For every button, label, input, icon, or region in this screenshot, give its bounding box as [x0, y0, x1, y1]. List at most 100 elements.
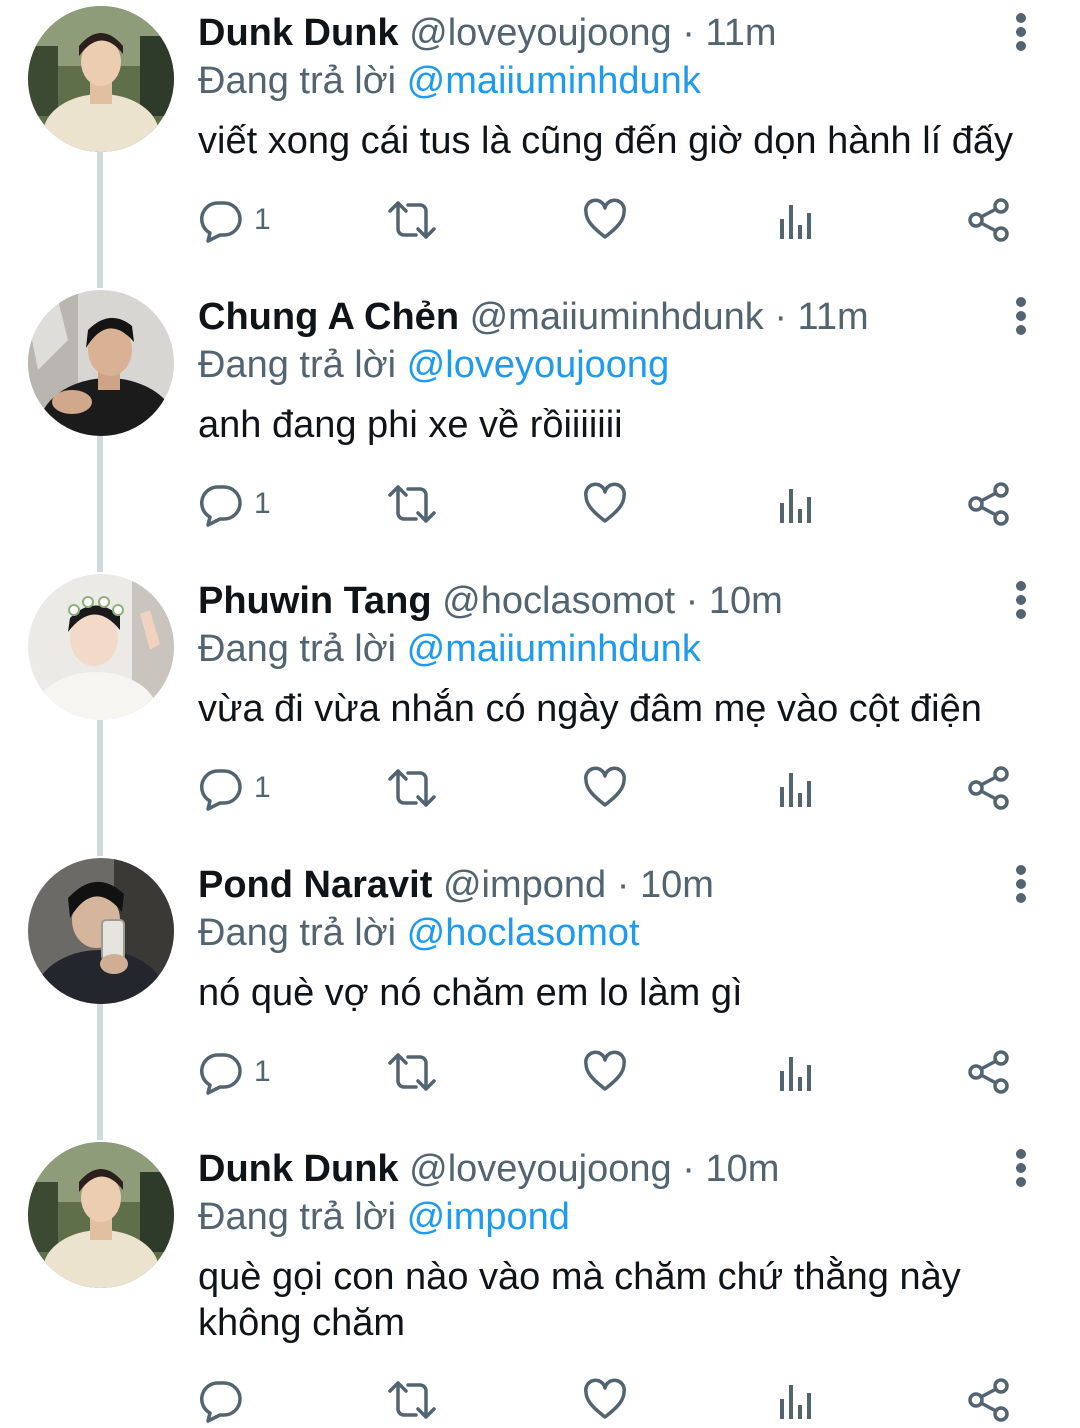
reply-count: 1	[254, 1055, 271, 1088]
share-button[interactable]	[966, 194, 1012, 246]
timestamp[interactable]: 10m	[709, 580, 783, 622]
analytics-button[interactable]	[776, 194, 816, 246]
more-vertical-icon	[1016, 297, 1026, 335]
reply-icon	[200, 769, 242, 811]
like-button[interactable]	[582, 1046, 628, 1098]
share-icon	[968, 1378, 1009, 1422]
like-button[interactable]	[582, 762, 628, 814]
username[interactable]: @hoclasomot	[442, 580, 675, 622]
more-options-button[interactable]	[1004, 864, 1038, 904]
share-button[interactable]	[966, 1046, 1012, 1098]
retweet-icon	[388, 485, 436, 523]
retweet-icon	[388, 769, 436, 807]
avatar[interactable]	[28, 6, 174, 152]
tweet-header: Chung A Chẻn @maiiuminhdunk · 11m	[198, 294, 869, 340]
retweet-button[interactable]	[386, 478, 438, 530]
more-options-button[interactable]	[1004, 12, 1038, 52]
analytics-button[interactable]	[776, 1374, 816, 1426]
mention-link[interactable]: @impond	[407, 1196, 570, 1238]
action-bar: 1	[0, 762, 1080, 814]
action-bar: 1	[0, 478, 1080, 530]
analytics-icon	[780, 205, 811, 239]
more-options-button[interactable]	[1004, 1148, 1038, 1188]
share-button[interactable]	[966, 762, 1012, 814]
retweet-button[interactable]	[386, 1046, 438, 1098]
display-name[interactable]: Dunk Dunk	[198, 12, 399, 54]
analytics-button[interactable]	[776, 1046, 816, 1098]
timestamp[interactable]: 10m	[705, 1148, 779, 1190]
tweet[interactable]: Dunk Dunk @loveyoujoong · 10m Đang trả l…	[0, 1140, 1080, 1428]
username[interactable]: @loveyoujoong	[409, 1148, 672, 1190]
separator: ·	[682, 1148, 695, 1190]
share-button[interactable]	[966, 1374, 1012, 1426]
reply-count: 1	[254, 487, 271, 520]
mention-link[interactable]: @hoclasomot	[407, 912, 640, 954]
heart-icon	[584, 198, 626, 239]
action-bar: 1	[0, 194, 1080, 246]
analytics-button[interactable]	[776, 762, 816, 814]
avatar[interactable]	[28, 858, 174, 1004]
retweet-icon	[388, 201, 436, 239]
tweet-header: Dunk Dunk @loveyoujoong · 11m	[198, 10, 777, 56]
reply-count: 1	[254, 771, 271, 804]
display-name[interactable]: Chung A Chẻn	[198, 296, 459, 338]
more-vertical-icon	[1016, 1149, 1026, 1187]
retweet-button[interactable]	[386, 762, 438, 814]
tweet[interactable]: Dunk Dunk @loveyoujoong · 11m Đang trả l…	[0, 4, 1080, 288]
share-button[interactable]	[966, 478, 1012, 530]
like-button[interactable]	[582, 194, 628, 246]
separator: ·	[685, 580, 699, 622]
username[interactable]: @loveyoujoong	[409, 12, 672, 54]
tweet-header: Pond Naravit @impond · 10m	[198, 862, 714, 908]
username[interactable]: @maiiuminhdunk	[470, 296, 764, 338]
avatar[interactable]	[28, 574, 174, 720]
reply-button[interactable]: 1	[198, 762, 271, 814]
avatar[interactable]	[28, 1142, 174, 1288]
heart-icon	[584, 482, 626, 523]
tweet-text: viết xong cái tus là cũng đến giờ dọn hà…	[198, 120, 1014, 162]
display-name[interactable]: Phuwin Tang	[198, 580, 432, 622]
display-name[interactable]: Dunk Dunk	[198, 1148, 399, 1190]
mention-link[interactable]: @loveyoujoong	[407, 344, 670, 386]
retweet-button[interactable]	[386, 1374, 438, 1426]
mention-link[interactable]: @maiiuminhdunk	[407, 628, 701, 670]
analytics-button[interactable]	[776, 478, 816, 530]
analytics-icon	[780, 1057, 811, 1091]
like-button[interactable]	[582, 478, 628, 530]
reply-button[interactable]: 1	[198, 1046, 271, 1098]
avatar[interactable]	[28, 290, 174, 436]
tweet-text: vừa đi vừa nhắn có ngày đâm mẹ vào cột đ…	[198, 688, 982, 730]
more-vertical-icon	[1016, 865, 1026, 903]
timestamp[interactable]: 10m	[640, 864, 714, 906]
reply-context: Đang trả lời @impond	[198, 1194, 570, 1240]
tweet[interactable]: Chung A Chẻn @maiiuminhdunk · 11m Đang t…	[0, 288, 1080, 572]
share-icon	[968, 1050, 1009, 1094]
reply-button[interactable]: 1	[198, 478, 271, 530]
heart-icon	[584, 1378, 626, 1419]
more-options-button[interactable]	[1004, 296, 1038, 336]
reply-prefix: Đang trả lời	[198, 912, 397, 954]
more-options-button[interactable]	[1004, 580, 1038, 620]
reply-count: 1	[254, 203, 271, 236]
timestamp[interactable]: 11m	[798, 296, 869, 338]
retweet-button[interactable]	[386, 194, 438, 246]
reply-button[interactable]: 1	[198, 194, 271, 246]
share-icon	[968, 766, 1009, 810]
display-name[interactable]: Pond Naravit	[198, 864, 432, 906]
reply-context: Đang trả lời @maiiuminhdunk	[198, 626, 701, 672]
tweet[interactable]: Pond Naravit @impond · 10m Đang trả lời …	[0, 856, 1080, 1140]
timestamp[interactable]: 11m	[705, 12, 776, 54]
more-vertical-icon	[1016, 581, 1026, 619]
analytics-icon	[780, 773, 811, 807]
retweet-icon	[388, 1381, 436, 1419]
like-button[interactable]	[582, 1374, 628, 1426]
username[interactable]: @impond	[443, 864, 606, 906]
more-vertical-icon	[1016, 13, 1026, 51]
retweet-icon	[388, 1053, 436, 1091]
reply-icon	[200, 1381, 242, 1423]
reply-button[interactable]	[198, 1374, 254, 1426]
heart-icon	[584, 1050, 626, 1091]
mention-link[interactable]: @maiiuminhdunk	[407, 60, 701, 102]
tweet[interactable]: Phuwin Tang @hoclasomot · 10m Đang trả l…	[0, 572, 1080, 856]
analytics-icon	[780, 489, 811, 523]
